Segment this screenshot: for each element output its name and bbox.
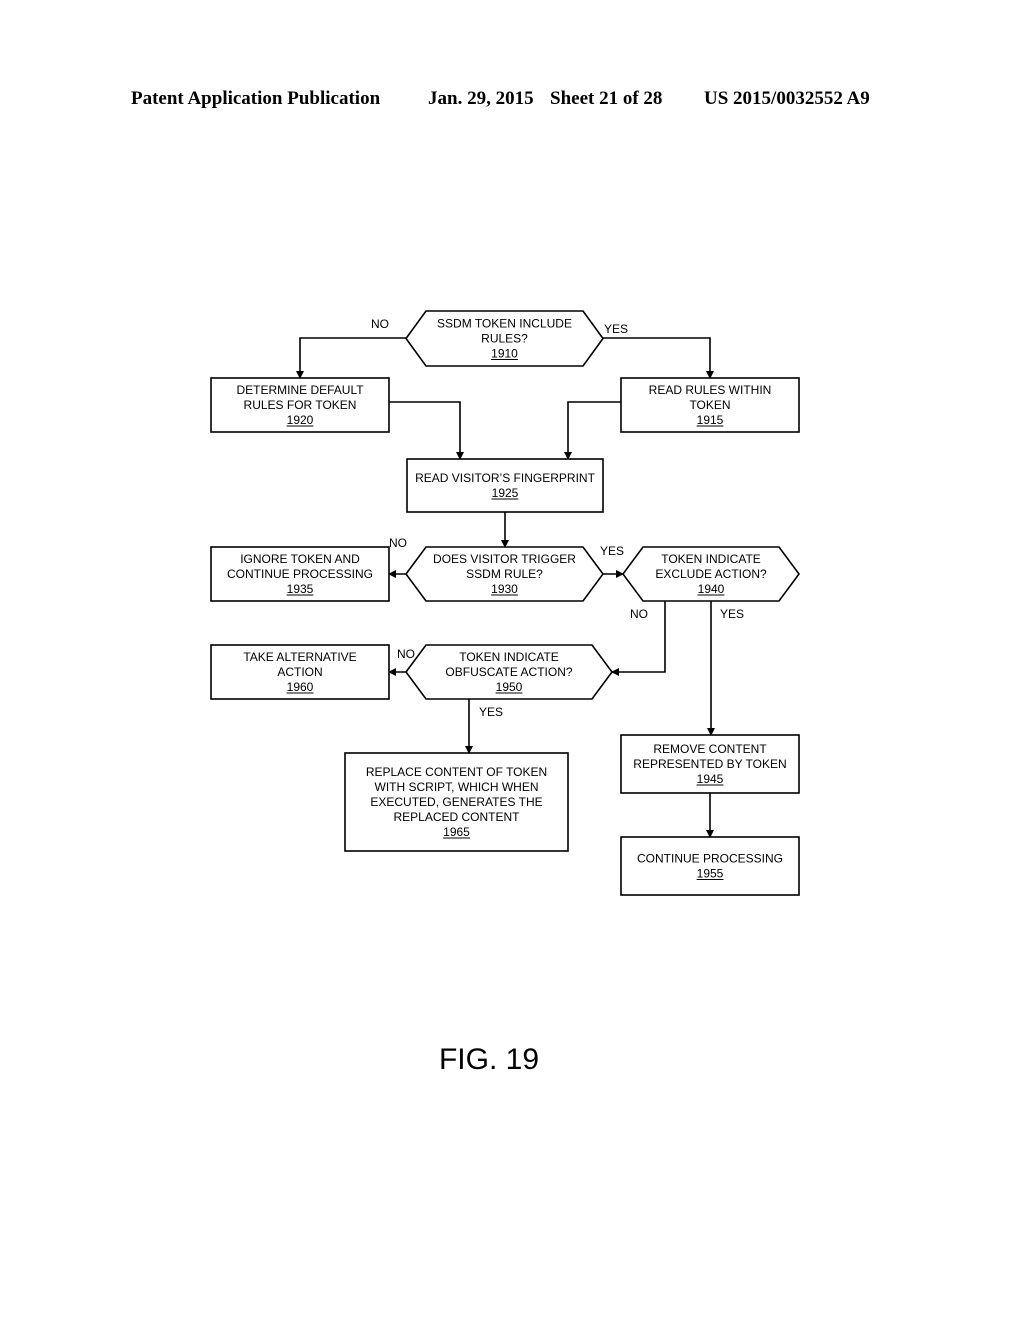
node-1950: TOKEN INDICATEOBFUSCATE ACTION?1950 xyxy=(405,644,613,700)
reference-number: 1935 xyxy=(287,582,314,596)
node-text: OBFUSCATE ACTION? xyxy=(445,665,572,679)
reference-number: 1925 xyxy=(492,486,519,500)
edge-1930-to-1935: NO xyxy=(388,536,407,578)
node-1960: TAKE ALTERNATIVEACTION1960 xyxy=(210,644,390,700)
node-text: READ RULES WITHIN xyxy=(649,383,772,397)
reference-number: 1955 xyxy=(697,867,724,881)
edge-1940-to-1945: YES xyxy=(707,601,744,736)
reference-number: 1930 xyxy=(491,582,518,596)
node-text: RULES? xyxy=(481,332,528,346)
node-text: CONTINUE PROCESSING xyxy=(637,852,783,866)
node-text: DETERMINE DEFAULT xyxy=(236,383,364,397)
node-1945: REMOVE CONTENTREPRESENTED BY TOKEN1945 xyxy=(620,734,800,794)
figure-label: FIG. 19 xyxy=(438,1043,540,1076)
reference-number: 1910 xyxy=(491,347,518,361)
node-text: READ VISITOR’S FINGERPRINT xyxy=(415,471,595,485)
node-1920: DETERMINE DEFAULTRULES FOR TOKEN1920 xyxy=(210,377,390,433)
node-text: TOKEN INDICATE xyxy=(661,552,761,566)
node-1930: DOES VISITOR TRIGGERSSDM RULE?1930 xyxy=(405,546,604,602)
node-text: WITH SCRIPT, WHICH WHEN xyxy=(375,780,539,794)
node-text: ACTION xyxy=(277,665,322,679)
node-text: REPRESENTED BY TOKEN xyxy=(633,757,786,771)
node-1940: TOKEN INDICATEEXCLUDE ACTION?1940 xyxy=(622,546,800,602)
edge-label-yes: YES xyxy=(720,607,744,621)
node-text: RULES FOR TOKEN xyxy=(244,398,357,412)
reference-number: 1960 xyxy=(287,680,314,694)
node-text: REPLACED CONTENT xyxy=(393,810,520,824)
edge-label-yes: YES xyxy=(600,544,624,558)
edge-1915-to-1925 xyxy=(564,401,621,460)
node-1955: CONTINUE PROCESSING1955 xyxy=(620,836,800,896)
edge-1910-to-1915: YES xyxy=(603,322,714,379)
node-text: TOKEN INDICATE xyxy=(459,650,559,664)
node-text: REPLACE CONTENT OF TOKEN xyxy=(366,765,547,779)
node-text: IGNORE TOKEN AND xyxy=(240,552,360,566)
reference-number: 1965 xyxy=(443,825,470,839)
edge-label-no: NO xyxy=(371,317,389,331)
node-text: DOES VISITOR TRIGGER xyxy=(433,552,576,566)
reference-number: 1945 xyxy=(697,772,724,786)
node-text: TOKEN xyxy=(689,398,730,412)
figure-label-container: FIG. 19 xyxy=(0,1043,1024,1077)
connector-arrow xyxy=(564,401,621,460)
node-text: EXECUTED, GENERATES THE xyxy=(370,795,542,809)
connector-arrow xyxy=(296,337,406,379)
edge-label-yes: YES xyxy=(604,322,628,336)
edge-1940-to-1950: NO xyxy=(611,601,666,676)
node-1935: IGNORE TOKEN ANDCONTINUE PROCESSING1935 xyxy=(210,546,390,602)
node-1915: READ RULES WITHINTOKEN1915 xyxy=(620,377,800,433)
edge-label-yes: YES xyxy=(479,705,503,719)
node-text: SSDM RULE? xyxy=(466,567,543,581)
node-text: TAKE ALTERNATIVE xyxy=(243,650,356,664)
node-text: SSDM TOKEN INCLUDE xyxy=(437,317,572,331)
edge-1950-to-1965: YES xyxy=(465,699,503,754)
node-text: REMOVE CONTENT xyxy=(653,742,767,756)
edge-label-no: NO xyxy=(630,607,648,621)
reference-number: 1950 xyxy=(496,680,523,694)
connector-arrow xyxy=(389,401,464,460)
edge-1920-to-1925 xyxy=(389,401,464,460)
edge-1910-to-1920: NO xyxy=(296,317,406,379)
node-text: EXCLUDE ACTION? xyxy=(655,567,767,581)
node-1910: SSDM TOKEN INCLUDERULES?1910 xyxy=(405,310,604,367)
edge-1930-to-1940: YES xyxy=(600,544,624,578)
node-1965: REPLACE CONTENT OF TOKENWITH SCRIPT, WHI… xyxy=(344,752,569,852)
reference-number: 1915 xyxy=(697,413,724,427)
node-text: CONTINUE PROCESSING xyxy=(227,567,373,581)
reference-number: 1940 xyxy=(698,582,725,596)
reference-number: 1920 xyxy=(287,413,314,427)
flowchart: NO YESNOYESNO YESNOYES SSDM TOKEN INCLUDER… xyxy=(210,310,800,896)
node-1925: READ VISITOR’S FINGERPRINT1925 xyxy=(406,458,604,513)
edge-label-no: NO xyxy=(389,536,407,550)
edge-label-no: NO xyxy=(397,647,415,661)
connector-arrow xyxy=(603,337,714,379)
